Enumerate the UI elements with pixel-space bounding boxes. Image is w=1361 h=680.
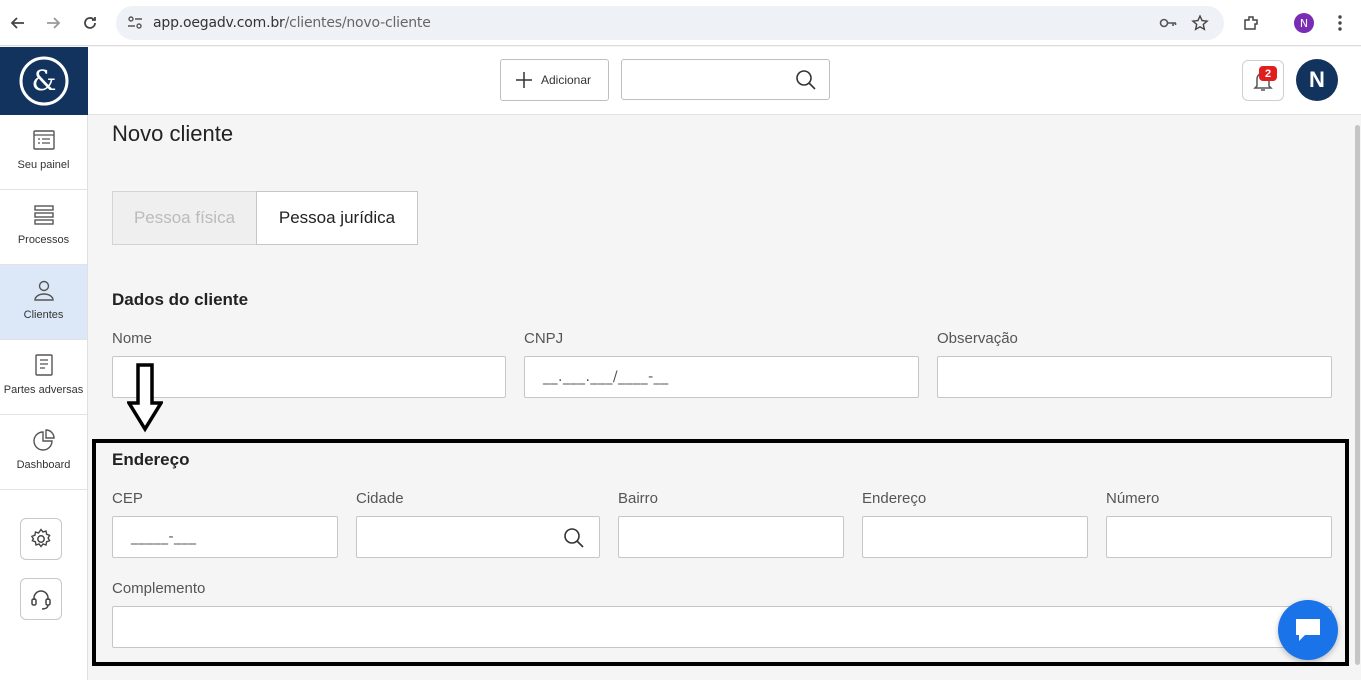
browser-toolbar: app.oegadv.com.br/clientes/novo-cliente … <box>0 0 1361 46</box>
sidebar-item-label: Partes adversas <box>3 384 84 396</box>
back-icon[interactable] <box>5 10 31 36</box>
address-bar[interactable]: app.oegadv.com.br/clientes/novo-cliente <box>116 6 1224 40</box>
star-icon[interactable] <box>1191 14 1209 32</box>
add-button-label: Adicionar <box>541 73 592 87</box>
down-arrow-annotation-icon <box>127 363 163 433</box>
site-settings-icon[interactable] <box>126 14 144 32</box>
cidade-search-icon[interactable] <box>563 527 585 549</box>
sidebar-item-clientes[interactable]: Clientes <box>0 265 87 340</box>
profile-icon[interactable]: N <box>1291 10 1317 36</box>
cnpj-field[interactable]: __.___.___/____-__ <box>524 356 919 398</box>
tab-pessoa-fisica[interactable]: Pessoa física <box>112 191 257 245</box>
bairro-label: Bairro <box>618 490 659 507</box>
reload-icon[interactable] <box>77 10 103 36</box>
support-headset-icon <box>31 590 51 610</box>
tab-pessoa-juridica[interactable]: Pessoa jurídica <box>256 191 418 245</box>
notification-badge: 2 <box>1259 66 1277 81</box>
user-icon <box>33 280 54 301</box>
sidebar-item-label: Dashboard <box>16 459 71 471</box>
cnpj-label: CNPJ <box>524 330 564 347</box>
scrollbar-thumb[interactable] <box>1355 125 1360 665</box>
sidebar-item-partes-adversas[interactable]: Partes adversas <box>0 340 87 415</box>
sidebar-item-label: Clientes <box>23 309 64 321</box>
plus-icon <box>516 72 532 88</box>
svg-text:&: & <box>32 64 57 97</box>
sidebar-item-processos[interactable]: Processos <box>0 190 87 265</box>
cep-field[interactable]: _____-___ <box>112 516 338 558</box>
settings-icon <box>30 528 51 548</box>
cidade-field[interactable] <box>356 516 600 558</box>
avatar[interactable]: N <box>1296 59 1338 101</box>
app-header: & Adicionar 2 N <box>0 47 1361 115</box>
complemento-label: Complemento <box>112 580 206 597</box>
complemento-field[interactable] <box>112 606 1332 648</box>
endereco-field[interactable] <box>862 516 1088 558</box>
notifications-button[interactable]: 2 <box>1242 60 1284 101</box>
stack-icon <box>33 205 54 225</box>
pie-chart-icon <box>32 429 55 451</box>
sidebar-item-label: Seu painel <box>17 159 70 171</box>
url-text: app.oegadv.com.br/clientes/novo-cliente <box>153 15 431 31</box>
section-title-endereco: Endereço <box>112 450 190 469</box>
nome-field[interactable] <box>112 356 506 398</box>
cidade-label: Cidade <box>356 490 404 507</box>
app-logo[interactable]: & <box>0 47 88 115</box>
dashboard-list-icon <box>32 130 55 150</box>
chat-bubble-icon <box>1296 619 1320 641</box>
chat-button[interactable] <box>1278 600 1338 660</box>
numero-label: Número <box>1106 490 1160 507</box>
sidebar: Seu painel Processos Clientes Partes adv… <box>0 115 88 680</box>
endereco-label: Endereço <box>862 490 927 507</box>
sidebar-item-dashboard[interactable]: Dashboard <box>0 415 87 490</box>
ampersand-logo-icon: & <box>19 56 69 106</box>
section-title-dados-cliente: Dados do cliente <box>112 290 249 309</box>
support-button[interactable] <box>20 578 62 620</box>
observacao-label: Observação <box>937 330 1018 347</box>
extensions-icon[interactable] <box>1238 10 1264 36</box>
document-icon <box>34 354 53 376</box>
observacao-field[interactable] <box>937 356 1332 398</box>
search-icon[interactable] <box>795 69 817 96</box>
settings-button[interactable] <box>20 518 62 560</box>
sidebar-item-label: Processos <box>17 234 70 246</box>
sidebar-item-seu-painel[interactable]: Seu painel <box>0 115 87 190</box>
add-button[interactable]: Adicionar <box>500 59 609 101</box>
search-input[interactable] <box>621 59 830 100</box>
numero-field[interactable] <box>1106 516 1332 558</box>
bairro-field[interactable] <box>618 516 844 558</box>
key-icon[interactable] <box>1158 14 1177 32</box>
menu-icon[interactable] <box>1327 10 1353 36</box>
cep-label: CEP <box>112 490 143 507</box>
page-title: Novo cliente <box>112 121 234 146</box>
forward-icon[interactable] <box>40 10 66 36</box>
nome-label: Nome <box>112 330 153 347</box>
